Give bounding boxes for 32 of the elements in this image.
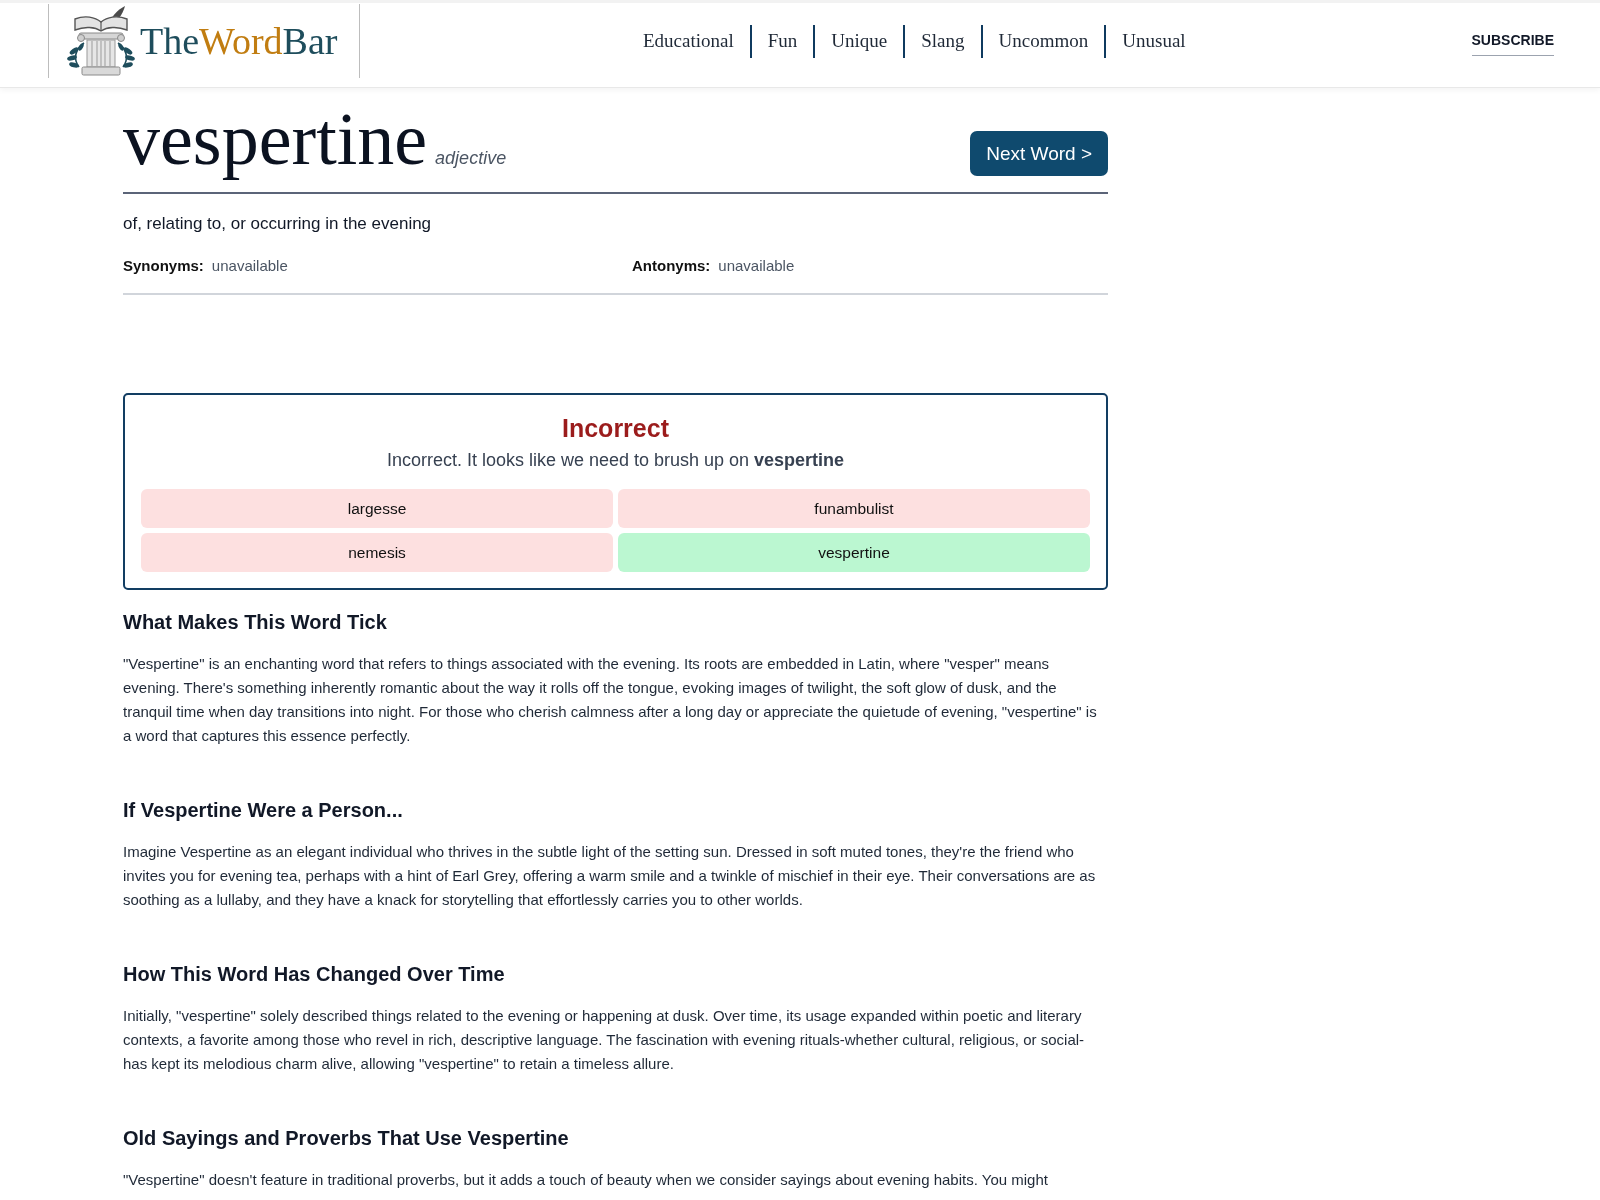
answer-option[interactable]: funambulist bbox=[618, 489, 1090, 528]
quiz-message: Incorrect. It looks like we need to brush up on vespertine bbox=[385, 449, 846, 472]
answer-option[interactable]: nemesis bbox=[141, 533, 613, 572]
antonyms-value: unavailable bbox=[718, 256, 795, 276]
nav-link[interactable]: Unusual bbox=[1106, 29, 1202, 53]
antonyms-label: Antonyms: bbox=[632, 256, 711, 276]
section-heading: What Makes This Word Tick bbox=[123, 610, 388, 635]
nav-link[interactable]: Uncommon bbox=[982, 29, 1105, 53]
next-word-button[interactable]: Next Word > bbox=[970, 131, 1108, 176]
section-paragraph: Imagine Vespertine as an elegant individual who thrives in the subtle light of the setting sun. Dressed in soft muted tones, they're the friend who invites you for evening tea, perhaps with a hint of Earl Grey, offering a warm smile and a twinkle of mischief in their eye. Their conversations are as soothing as a lullaby, and they have a knack for storytelling that effortlessly carries you to other worlds. bbox=[123, 842, 1097, 910]
pillar-book-icon bbox=[65, 5, 137, 77]
section-heading: How This Word Has Changed Over Time bbox=[123, 962, 506, 987]
nav-link[interactable]: Unique bbox=[815, 29, 904, 53]
nav-link[interactable]: Fun bbox=[751, 29, 814, 53]
word-title: vespertine bbox=[123, 99, 428, 179]
nav-link[interactable]: Slang bbox=[905, 29, 981, 53]
nav-link[interactable]: Educational bbox=[627, 29, 750, 53]
section-heading: Old Sayings and Proverbs That Use Vespertine bbox=[123, 1126, 570, 1151]
part-of-speech: adjective bbox=[435, 148, 507, 169]
answer-option[interactable]: vespertine bbox=[618, 533, 1090, 572]
synonyms-value: unavailable bbox=[211, 256, 288, 276]
definition-text: of, relating to, or occurring in the evening bbox=[123, 213, 433, 235]
section-paragraph: Initially, "vespertine" solely described things related to the evening or happening at dusk. Over time, its usage expanded within poetic and literary contexts, a favorite among those who revel in rich, descriptive language. The fascination with evening rituals-whether cultural, religious, or social-has kept its melodious charm alive, allowing "vespertine" to retain a timeless allure. bbox=[123, 1006, 1086, 1074]
site-logo[interactable]: TheWordBar bbox=[48, 4, 360, 78]
subscribe-link[interactable]: SUBSCRIBE bbox=[1471, 26, 1554, 56]
logo-wordmark: TheWordBar bbox=[140, 19, 338, 63]
section-paragraph: "Vespertine" is an enchanting word that refers to things associated with the evening. Its roots are embedded in Latin, where "vesper" means evening. There's something inherently romantic about the way it rolls off the tongue, evoking images of twilight, the soft glow of dusk, and the tranquil time when day transitions into night. For those who cherish calmness after a long day or appreciate the quietude of evening, "vespertine" is a word that captures this essence perfectly. bbox=[123, 654, 1098, 746]
answer-option[interactable]: largesse bbox=[141, 489, 613, 528]
section-paragraph: "Vespertine" doesn't feature in traditional proverbs, but it adds a touch of beauty when we consider sayings about evening habits. You might bbox=[123, 1170, 1049, 1190]
section-heading: If Vespertine Were a Person... bbox=[123, 798, 404, 823]
synonyms-label: Synonyms: bbox=[123, 256, 204, 276]
quiz-result-title: Incorrect bbox=[561, 413, 670, 444]
